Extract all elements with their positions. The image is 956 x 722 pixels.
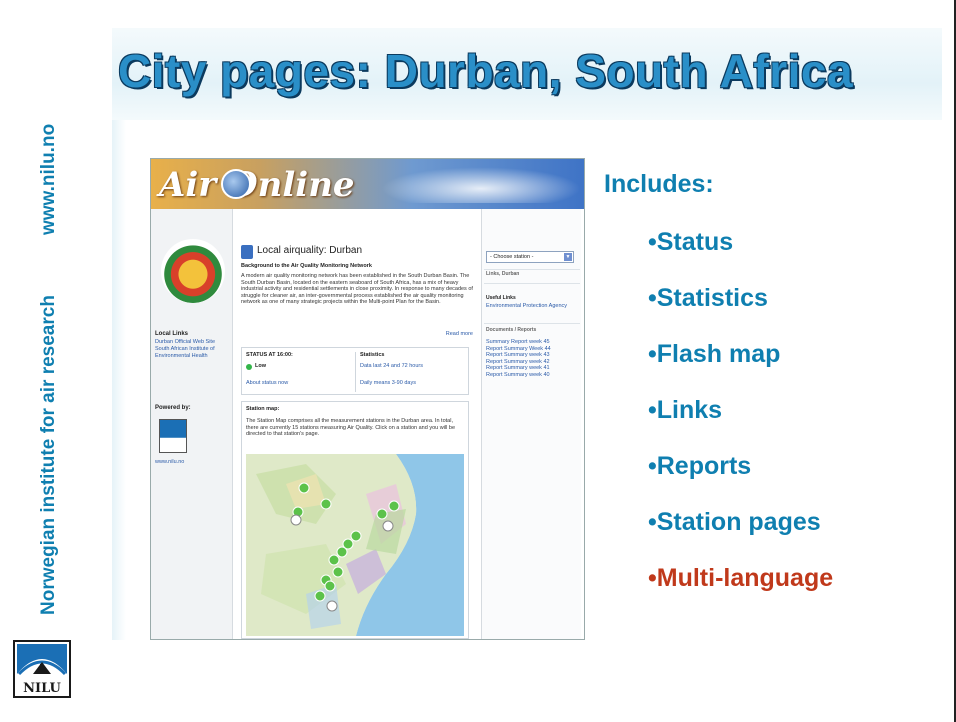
side-org-name: Norwegian institute for air research xyxy=(38,295,59,615)
nilu-small-logo-icon[interactable] xyxy=(159,419,187,453)
nilu-logo-icon: NILU xyxy=(13,640,71,698)
includes-label: Includes: xyxy=(604,170,714,198)
building-icon xyxy=(241,245,253,259)
bullet-status: •Status xyxy=(648,228,734,256)
statistics-heading: Statistics xyxy=(360,352,385,358)
local-link[interactable]: Durban Official Web Site xyxy=(155,339,231,346)
reports-list: Summary Report week 45 Report Summary We… xyxy=(486,339,580,378)
local-links-list[interactable]: Durban Official Web Site South African I… xyxy=(155,339,231,360)
bullet-flash-map: •Flash map xyxy=(648,340,781,368)
bullet-reports: •Reports xyxy=(648,452,752,480)
bullet-links: •Links xyxy=(648,396,723,424)
status-box: STATUS AT 16:00: Statistics Low Data las… xyxy=(241,347,469,395)
status-dot-icon xyxy=(246,364,252,370)
site-subheading: Background to the Air Quality Monitoring… xyxy=(241,263,372,269)
local-link[interactable]: South African Institute of xyxy=(155,346,231,353)
bullet-station-pages: •Station pages xyxy=(648,508,821,536)
aironline-brand: Air Online xyxy=(159,165,355,205)
nilu-url-link[interactable]: www.nilu.no xyxy=(155,459,184,465)
station-map-heading: Station map: xyxy=(246,406,280,412)
station-map-text: The Station Map comprises all the measur… xyxy=(246,418,455,437)
status-heading: STATUS AT 16:00: xyxy=(246,352,293,358)
site-left-column: Local Links Durban Official Web Site Sou… xyxy=(151,209,233,639)
chevron-down-icon[interactable]: ▼ xyxy=(564,253,572,261)
divider xyxy=(484,283,580,284)
side-band: www.nilu.no Norwegian institute for air … xyxy=(0,60,100,630)
local-link[interactable]: Environmental Health xyxy=(155,353,231,360)
powered-by-label: Powered by: xyxy=(155,405,191,411)
bullet-statistics: •Statistics xyxy=(648,284,768,312)
local-links-title: Local Links xyxy=(155,331,189,337)
useful-links-heading: Useful Links xyxy=(486,295,516,301)
links-durban-heading: Links, Durban xyxy=(486,271,520,277)
site-right-column: - Choose station - ▼ Links, Durban Usefu… xyxy=(481,209,581,639)
station-select-value: - Choose station - xyxy=(490,254,534,260)
about-status-link[interactable]: About status now xyxy=(246,380,288,386)
site-heading: Local airquality: Durban xyxy=(257,245,363,256)
stat-link-daily[interactable]: Daily means 3-90 days xyxy=(360,380,416,386)
page-title: City pages: Durban, South Africa xyxy=(118,45,854,97)
bullet-multi-language: •Multi-language xyxy=(648,564,834,592)
status-divider xyxy=(355,352,356,392)
read-more-link[interactable]: Read more xyxy=(446,331,473,337)
svg-text:NILU: NILU xyxy=(23,681,61,696)
station-map-box: Station map: The Station Map comprises a… xyxy=(241,401,469,639)
epa-link[interactable]: Environmental Protection Agency xyxy=(486,303,576,310)
stat-link-data[interactable]: Data last 24 and 72 hours xyxy=(360,363,423,369)
station-flash-map[interactable] xyxy=(246,454,464,636)
aironline-banner: Air Online xyxy=(151,159,584,209)
status-value: Low xyxy=(255,363,266,369)
side-url: www.nilu.no xyxy=(38,123,59,235)
documents-heading: Documents / Reports xyxy=(486,327,537,333)
divider xyxy=(484,269,580,270)
site-body-text: A modern air quality monitoring network … xyxy=(241,273,473,305)
site-main-column: Local airquality: Durban Background to t… xyxy=(237,209,475,639)
slide: www.nilu.no Norwegian institute for air … xyxy=(0,0,956,722)
ten-years-logo-icon xyxy=(161,239,225,303)
divider xyxy=(484,323,580,324)
title-band-edge xyxy=(112,120,126,640)
website-screenshot: Air Online Local Links Durban Official W… xyxy=(150,158,585,640)
globe-icon xyxy=(221,169,251,199)
banner-cloud xyxy=(381,167,581,203)
report-link[interactable]: Report Summary week 40 xyxy=(486,372,580,379)
station-select[interactable]: - Choose station - ▼ xyxy=(486,251,574,263)
